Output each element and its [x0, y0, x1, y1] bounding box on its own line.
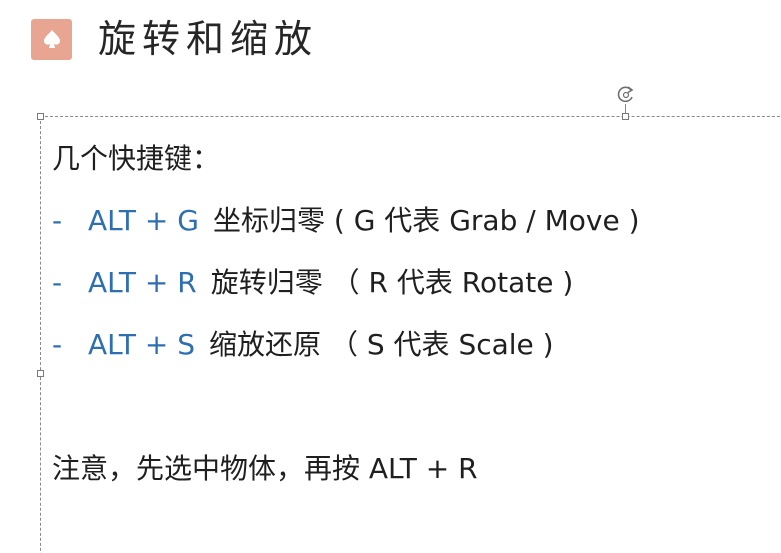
intro-line: 几个快捷键： — [52, 142, 221, 175]
list-item: - ALT + R 旋转归零 （ R 代表 Rotate ) — [52, 263, 573, 303]
rotate-icon[interactable] — [615, 84, 637, 106]
shortcut-note: （ R 代表 Rotate ) — [322, 266, 574, 299]
shortcut-key: ALT + S — [88, 328, 196, 361]
shortcut-note: ( G 代表 Grab / Move ) — [324, 204, 640, 237]
resize-handle-top-left[interactable] — [37, 113, 44, 120]
slide-title: 旋转和缩放 — [98, 17, 319, 61]
shortcut-desc: 缩放还原 — [209, 328, 322, 361]
slide-title-row: 旋转和缩放 — [31, 14, 318, 64]
resize-handle-middle-left[interactable] — [37, 370, 44, 377]
bullet: - — [52, 266, 63, 299]
bullet: - — [52, 204, 63, 237]
resize-handle-top-middle[interactable] — [622, 113, 629, 120]
shortcut-desc: 旋转归零 — [210, 266, 323, 299]
shortcut-desc: 坐标归零 — [212, 204, 325, 237]
bullet: - — [52, 328, 63, 361]
shortcut-key: ALT + R — [88, 266, 197, 299]
list-item: - ALT + S 缩放还原 （ S 代表 Scale ) — [52, 325, 554, 365]
list-item: - ALT + G 坐标归零 ( G 代表 Grab / Move ) — [52, 201, 640, 241]
shortcut-note: （ S 代表 Scale ) — [321, 328, 554, 361]
note-line: 注意，先选中物体，再按 ALT + R — [52, 452, 478, 485]
shortcut-key: ALT + G — [88, 204, 199, 237]
spade-icon — [43, 30, 60, 48]
title-badge — [31, 18, 72, 60]
